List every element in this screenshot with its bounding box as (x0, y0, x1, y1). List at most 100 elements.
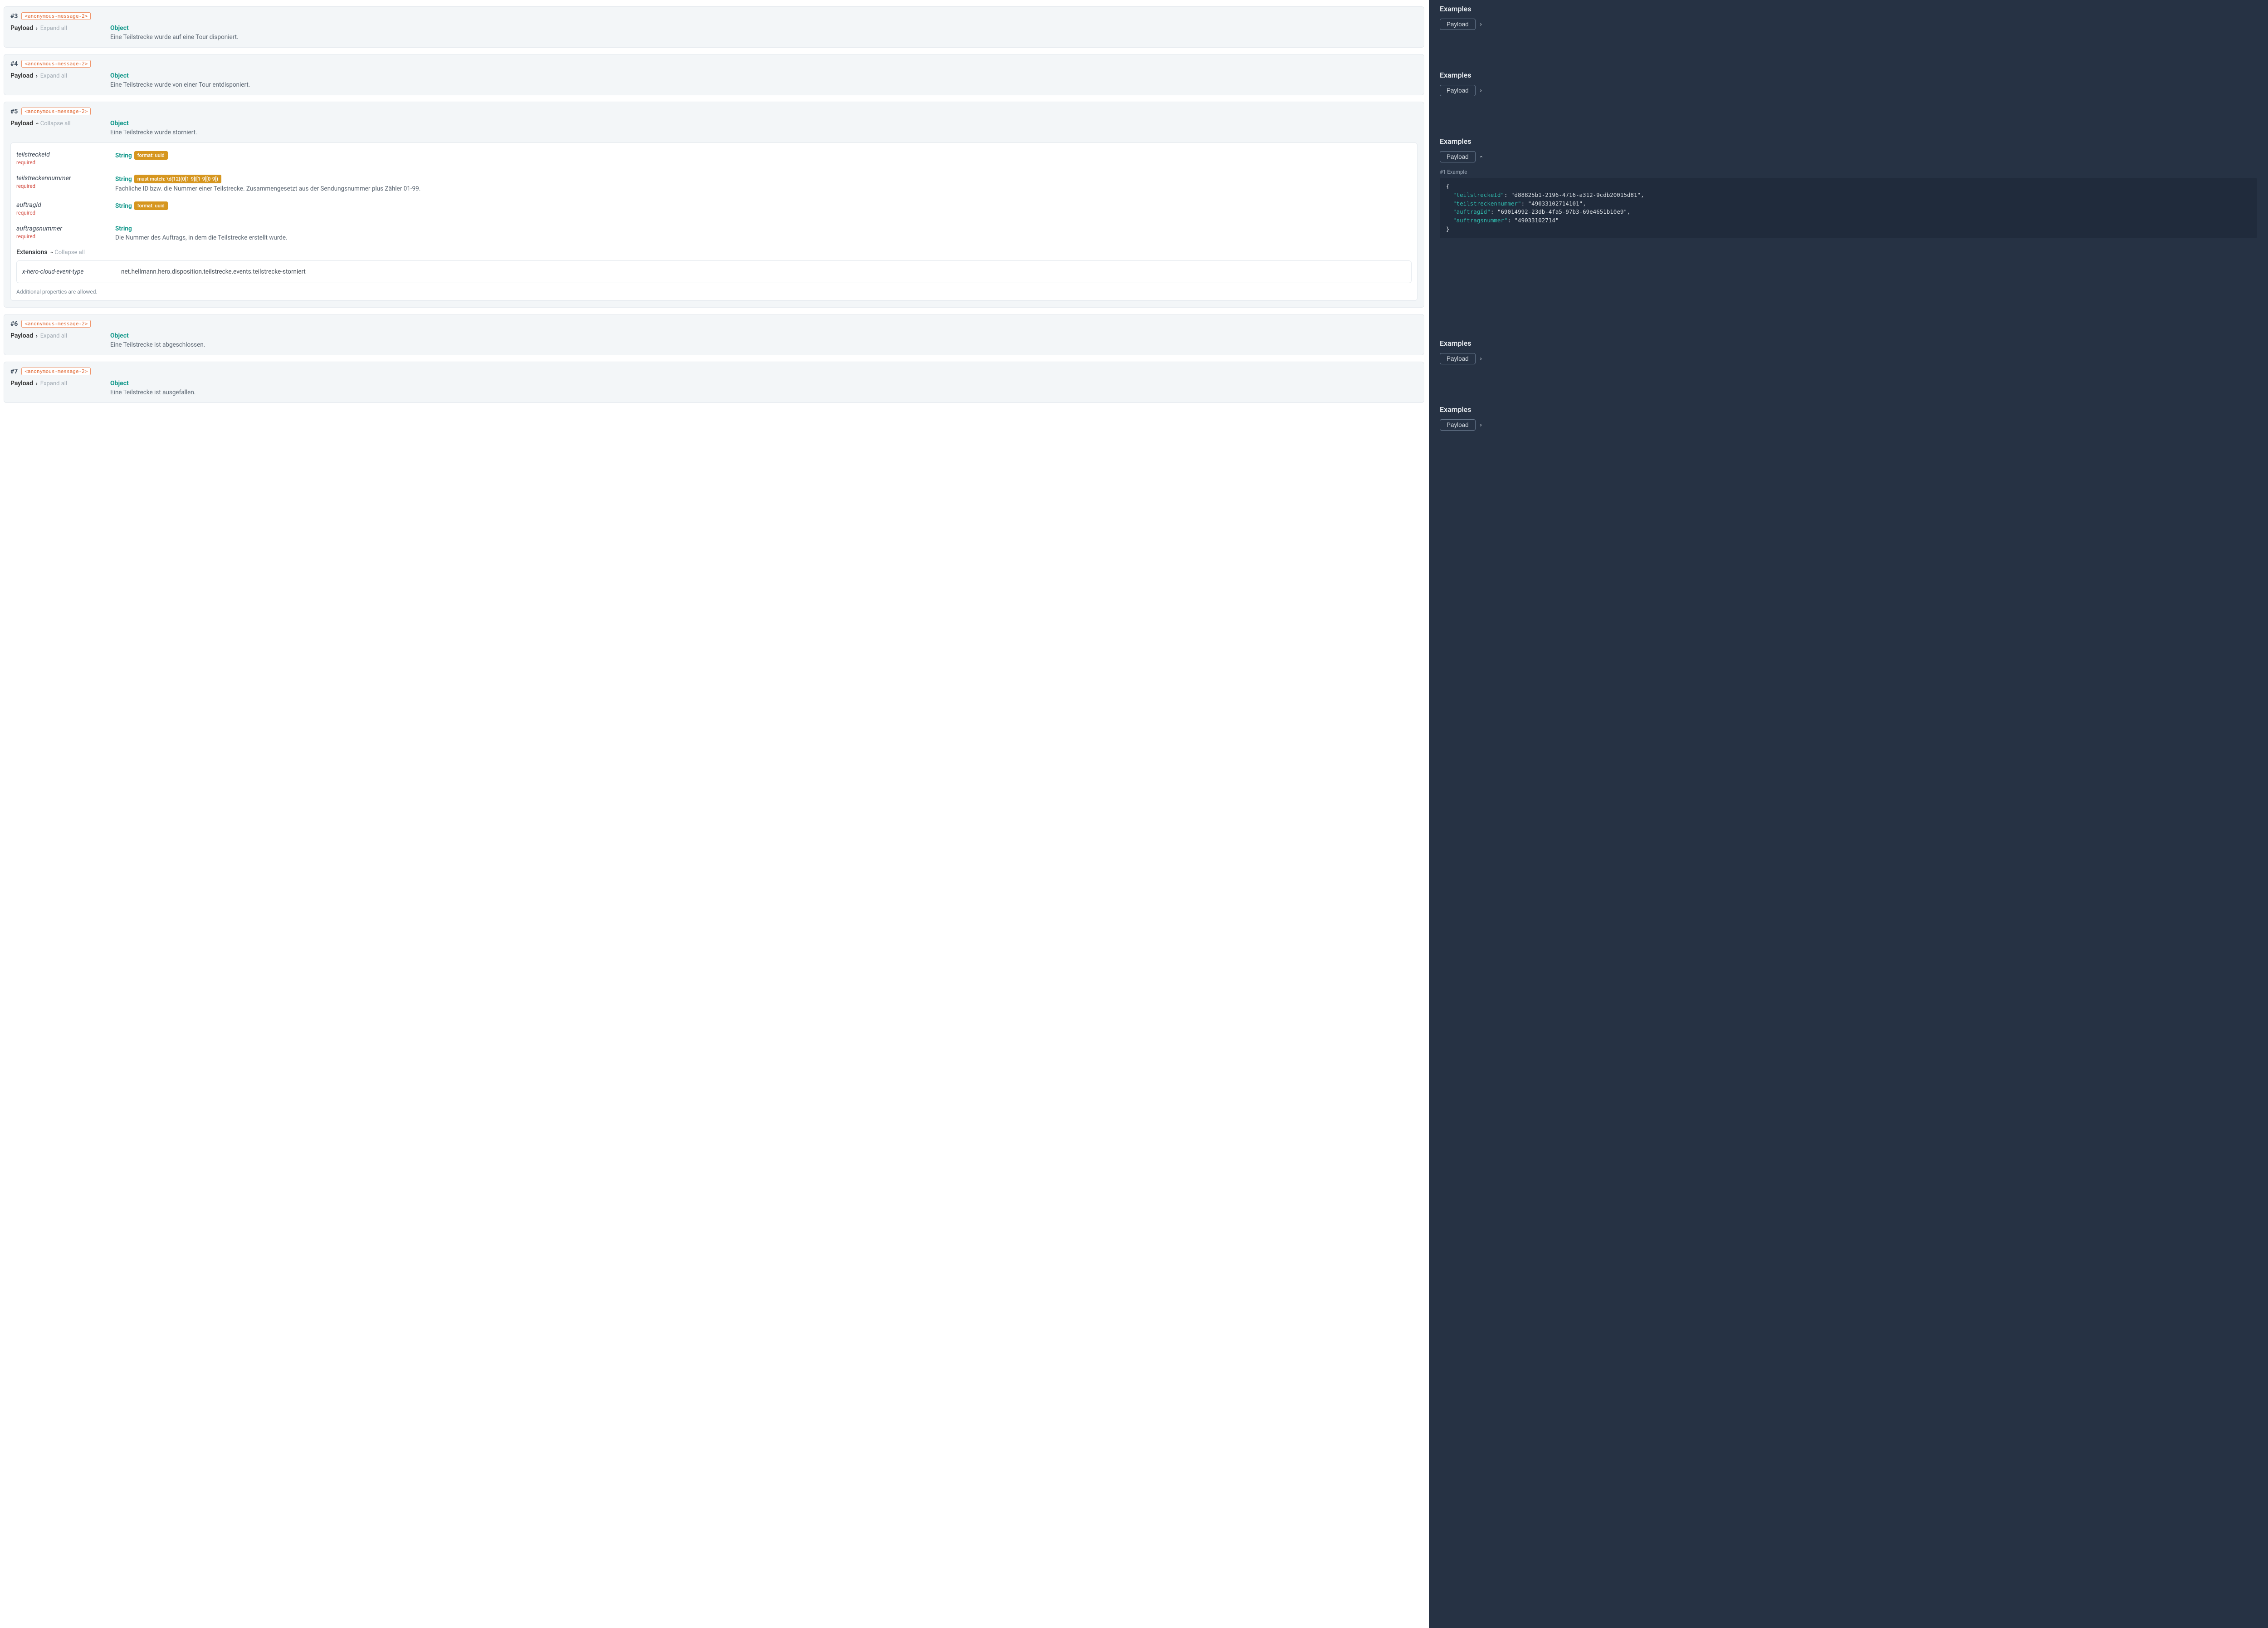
chevron-right-icon[interactable]: › (1480, 355, 1482, 362)
examples-button-row: Payload › (1440, 353, 2257, 364)
message-number: #7 (10, 368, 18, 375)
collapse-all-label[interactable]: Collapse all (40, 120, 71, 127)
message-tag: <anonymous-message-2> (21, 368, 91, 375)
examples-section-3: Examples Payload › (1440, 5, 2257, 30)
chevron-up-icon: › (34, 123, 40, 124)
payload-type: Object (110, 380, 1418, 387)
examples-title: Examples (1440, 71, 2257, 79)
message-card-4: #4 <anonymous-message-2> Payload › Expan… (4, 54, 1424, 95)
examples-section-6: Examples Payload › (1440, 339, 2257, 364)
chevron-right-icon[interactable]: › (1480, 87, 1482, 94)
payload-label: Payload (10, 25, 33, 32)
payload-summary: Object Eine Teilstrecke wurde storniert. (110, 120, 1418, 136)
message-header: #4 <anonymous-message-2> (10, 60, 1418, 68)
expand-all-label[interactable]: Expand all (40, 333, 67, 339)
expand-all-label[interactable]: Expand all (40, 25, 67, 32)
payload-example-button[interactable]: Payload (1440, 85, 1476, 96)
constraint-badge: must match: \d{12}(0[1-9]|[1-9][0-9]) (134, 175, 221, 183)
message-number: #3 (10, 13, 18, 20)
property-type: String (115, 152, 132, 159)
payload-toggle[interactable]: Payload › Expand all (10, 72, 110, 79)
payload-summary: Object Eine Teilstrecke ist ausgefallen. (110, 380, 1418, 396)
message-number: #5 (10, 108, 18, 115)
required-label: required (16, 233, 115, 240)
payload-row: Payload › Expand all Object Eine Teilstr… (10, 332, 1418, 348)
payload-label: Payload (10, 120, 33, 127)
payload-label: Payload (10, 72, 33, 79)
chevron-right-icon[interactable]: › (1480, 21, 1482, 28)
required-label: required (16, 210, 115, 216)
payload-type: Object (110, 332, 1418, 339)
payload-summary: Object Eine Teilstrecke ist abgeschlosse… (110, 332, 1418, 348)
examples-button-row: Payload › (1440, 19, 2257, 30)
payload-example-button[interactable]: Payload (1440, 19, 1476, 30)
additional-props-note: Additional properties are allowed. (16, 289, 1412, 295)
message-card-3: #3 <anonymous-message-2> Payload › Expan… (4, 6, 1424, 48)
message-tag: <anonymous-message-2> (21, 60, 91, 68)
message-card-5: #5 <anonymous-message-2> Payload › Colla… (4, 102, 1424, 308)
property-type: String (115, 176, 132, 183)
payload-desc: Eine Teilstrecke wurde storniert. (110, 129, 1418, 136)
payload-row: Payload › Expand all Object Eine Teilstr… (10, 380, 1418, 396)
examples-title: Examples (1440, 137, 2257, 146)
chevron-up-icon[interactable]: › (1477, 156, 1484, 158)
payload-desc: Eine Teilstrecke wurde von einer Tour en… (110, 81, 1418, 88)
payload-label: Payload (10, 380, 33, 387)
examples-section-5: Examples Payload › #1 Example { "teilstr… (1440, 137, 2257, 238)
constraint-badge: format: uuid (134, 201, 168, 210)
examples-sidebar: Examples Payload › Examples Payload › Ex… (1429, 0, 2268, 1628)
property-name: teilstreckeId (16, 151, 115, 158)
examples-title: Examples (1440, 339, 2257, 348)
example-code[interactable]: { "teilstreckeId": "d88825b1-2196-4716-a… (1440, 178, 2257, 238)
constraint-badge: format: uuid (134, 151, 168, 160)
property-row: teilstreckeIdrequiredStringformat: uuid (16, 147, 1412, 170)
message-tag: <anonymous-message-2> (21, 320, 91, 328)
payload-row: Payload › Collapse all Object Eine Teils… (10, 120, 1418, 136)
property-desc: Die Nummer des Auftrags, in dem die Teil… (115, 234, 1412, 241)
message-card-6: #6 <anonymous-message-2> Payload › Expan… (4, 314, 1424, 355)
example-label: #1 Example (1440, 169, 2257, 175)
property-row: auftragsnummerrequiredStringDie Nummer d… (16, 221, 1412, 246)
payload-label: Payload (10, 332, 33, 339)
collapse-all-label[interactable]: Collapse all (54, 249, 85, 256)
payload-desc: Eine Teilstrecke ist abgeschlossen. (110, 341, 1418, 348)
payload-example-button[interactable]: Payload (1440, 151, 1476, 162)
payload-desc: Eine Teilstrecke wurde auf eine Tour dis… (110, 34, 1418, 41)
chevron-right-icon[interactable]: › (1480, 422, 1482, 428)
extension-row: x-hero-cloud-event-type net.hellmann.her… (16, 260, 1412, 283)
payload-toggle[interactable]: Payload › Collapse all (10, 120, 110, 127)
property-desc: Fachliche ID bzw. die Nummer einer Teils… (115, 185, 1412, 192)
examples-section-4: Examples Payload › (1440, 71, 2257, 96)
expand-all-label[interactable]: Expand all (40, 73, 67, 79)
extension-key: x-hero-cloud-event-type (22, 268, 121, 275)
property-list: teilstreckeIdrequiredStringformat: uuidt… (10, 142, 1418, 301)
payload-type: Object (110, 120, 1418, 127)
examples-button-row: Payload › (1440, 85, 2257, 96)
payload-example-button[interactable]: Payload (1440, 353, 1476, 364)
expand-all-label[interactable]: Expand all (40, 380, 67, 387)
property-name: auftragsnummer (16, 225, 115, 232)
chevron-right-icon: › (36, 73, 38, 79)
extensions-label: Extensions (16, 249, 48, 256)
examples-title: Examples (1440, 405, 2257, 414)
payload-example-button[interactable]: Payload (1440, 419, 1476, 431)
payload-toggle[interactable]: Payload › Expand all (10, 332, 110, 339)
chevron-right-icon: › (36, 380, 38, 387)
payload-summary: Object Eine Teilstrecke wurde von einer … (110, 72, 1418, 88)
message-header: #3 <anonymous-message-2> (10, 12, 1418, 20)
extensions-toggle[interactable]: Extensions › Collapse all (16, 249, 1412, 256)
chevron-right-icon: › (36, 25, 38, 31)
chevron-right-icon: › (36, 333, 38, 339)
message-header: #6 <anonymous-message-2> (10, 320, 1418, 328)
payload-toggle[interactable]: Payload › Expand all (10, 25, 110, 32)
property-row: teilstreckennummerrequiredStringmust mat… (16, 170, 1412, 197)
message-number: #6 (10, 320, 18, 328)
examples-button-row: Payload › (1440, 419, 2257, 431)
payload-toggle[interactable]: Payload › Expand all (10, 380, 110, 387)
property-type: String (115, 202, 132, 210)
main-panel: #3 <anonymous-message-2> Payload › Expan… (0, 0, 1429, 1628)
payload-type: Object (110, 72, 1418, 79)
message-header: #7 <anonymous-message-2> (10, 368, 1418, 375)
required-label: required (16, 183, 115, 189)
message-number: #4 (10, 60, 18, 68)
